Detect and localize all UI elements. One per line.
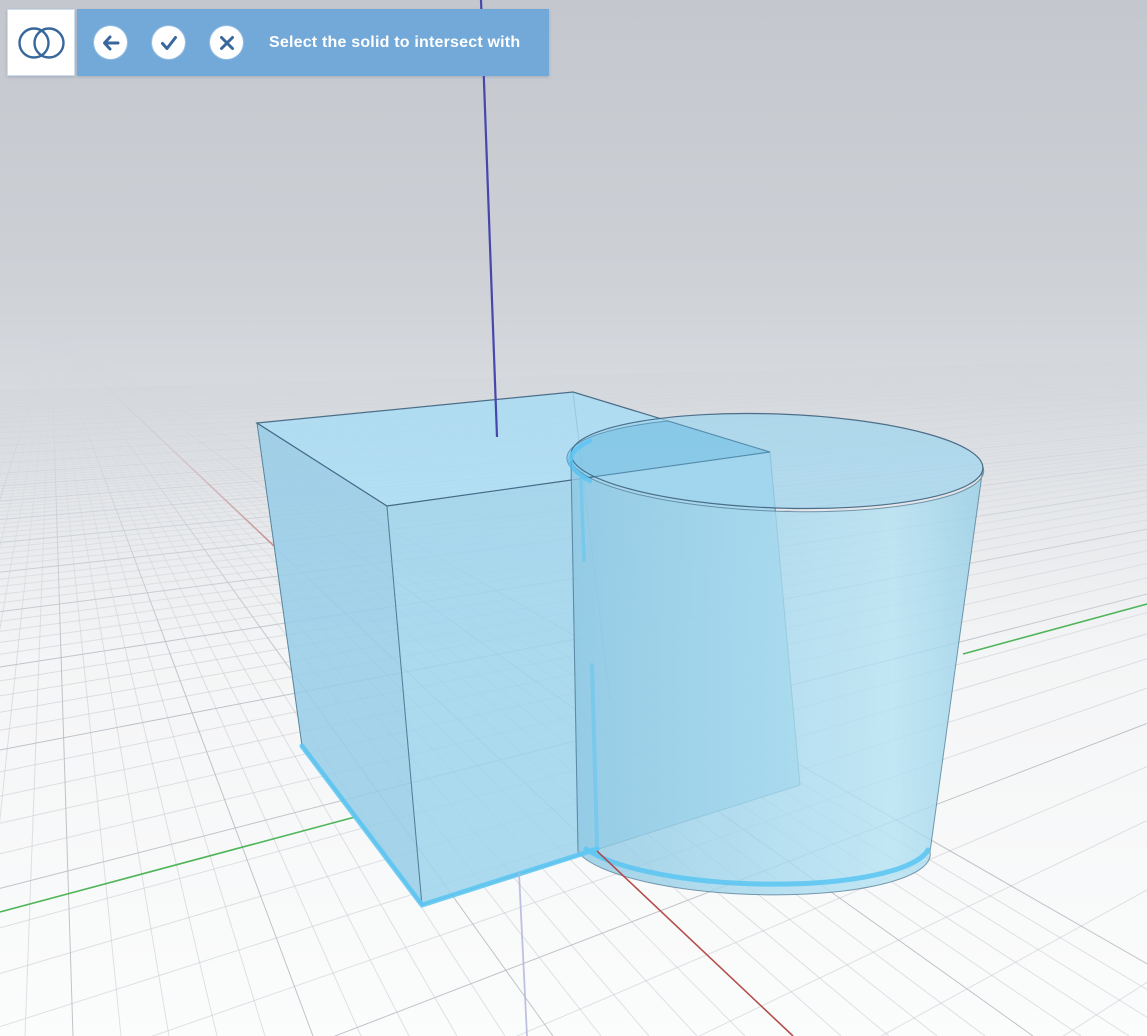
cylinder-body bbox=[571, 461, 984, 895]
cad-app-window: Select the solid to intersect with bbox=[0, 0, 1147, 1036]
intersect-toolbar: Select the solid to intersect with bbox=[7, 9, 549, 76]
check-icon bbox=[158, 32, 180, 54]
active-tool-tile[interactable] bbox=[7, 9, 75, 76]
prompt-text: Select the solid to intersect with bbox=[269, 9, 541, 76]
close-icon bbox=[216, 32, 238, 54]
confirm-button[interactable] bbox=[152, 26, 185, 59]
prompt-bar: Select the solid to intersect with bbox=[77, 9, 549, 76]
back-button[interactable] bbox=[94, 26, 127, 59]
cancel-button[interactable] bbox=[210, 26, 243, 59]
intersect-icon bbox=[13, 21, 69, 65]
viewport-3d[interactable] bbox=[0, 0, 1147, 1036]
cylinder-solid[interactable] bbox=[567, 407, 985, 895]
arrow-left-icon bbox=[100, 32, 122, 54]
